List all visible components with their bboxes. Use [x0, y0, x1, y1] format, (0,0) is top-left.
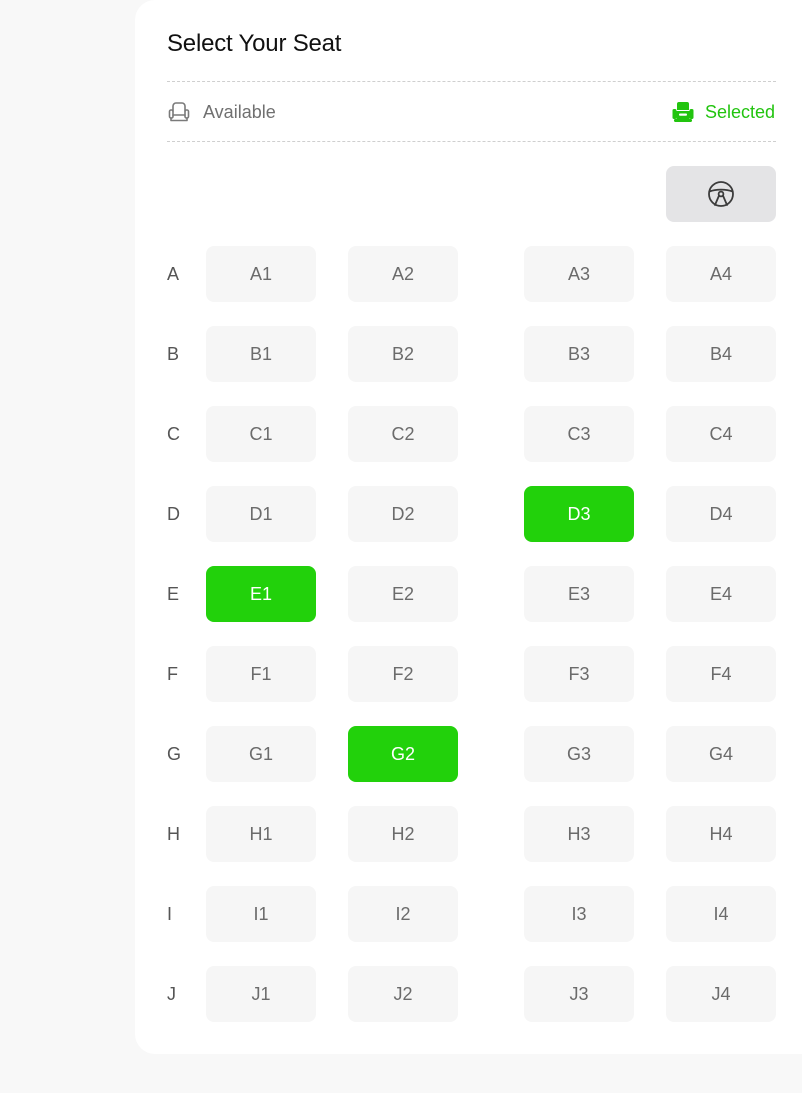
seat-h4[interactable]: H4 [666, 806, 776, 862]
seat-f2[interactable]: F2 [348, 646, 458, 702]
seat-row-e: E E1 E2 E3 E4 [135, 566, 802, 622]
seat-b1[interactable]: B1 [206, 326, 316, 382]
seat-c2[interactable]: C2 [348, 406, 458, 462]
seat-row-a: A A1 A2 A3 A4 [135, 246, 802, 302]
seat-b2[interactable]: B2 [348, 326, 458, 382]
seat-c4[interactable]: C4 [666, 406, 776, 462]
row-label: F [167, 664, 178, 684]
seat-row-c: C C1 C2 C3 C4 [135, 406, 802, 462]
driver-seat [666, 166, 776, 222]
seat-selection-card: Select Your Seat Available Selected A A1… [135, 0, 802, 1054]
seat-b3[interactable]: B3 [524, 326, 634, 382]
seat-row-b: B B1 B2 B3 B4 [135, 326, 802, 382]
seat-h2[interactable]: H2 [348, 806, 458, 862]
seat-a2[interactable]: A2 [348, 246, 458, 302]
seat-e2[interactable]: E2 [348, 566, 458, 622]
seat-f3[interactable]: F3 [524, 646, 634, 702]
row-label: I [167, 904, 173, 924]
seat-h1[interactable]: H1 [206, 806, 316, 862]
seat-j4[interactable]: J4 [666, 966, 776, 1022]
legend-selected: Selected [671, 97, 775, 127]
seat-i1[interactable]: I1 [206, 886, 316, 942]
seat-f1[interactable]: F1 [206, 646, 316, 702]
seat-a4[interactable]: A4 [666, 246, 776, 302]
seat-row-d: D D1 D2 D3 D4 [135, 486, 802, 542]
page-title: Select Your Seat [167, 30, 342, 57]
seat-j2[interactable]: J2 [348, 966, 458, 1022]
seat-i2[interactable]: I2 [348, 886, 458, 942]
seat-g4[interactable]: G4 [666, 726, 776, 782]
row-label: E [167, 584, 180, 604]
seat-b4[interactable]: B4 [666, 326, 776, 382]
legend-available-label: Available [203, 101, 276, 122]
divider-bottom [167, 141, 776, 142]
seat-row-g: G G1 G2 G3 G4 [135, 726, 802, 782]
row-label: H [167, 824, 180, 844]
legend-available: Available [167, 97, 276, 127]
seat-e3[interactable]: E3 [524, 566, 634, 622]
seat-g1[interactable]: G1 [206, 726, 316, 782]
seat-f4[interactable]: F4 [666, 646, 776, 702]
seat-g2-selected[interactable]: G2 [348, 726, 458, 782]
seat-row-f: F F1 F2 F3 F4 [135, 646, 802, 702]
seat-j3[interactable]: J3 [524, 966, 634, 1022]
seat-c1[interactable]: C1 [206, 406, 316, 462]
legend-selected-label: Selected [704, 101, 775, 122]
seat-a1[interactable]: A1 [206, 246, 316, 302]
seat-row-j: J J1 J2 J3 J4 [135, 966, 802, 1022]
seat-i4[interactable]: I4 [666, 886, 776, 942]
seat-d2[interactable]: D2 [348, 486, 458, 542]
seat-a3[interactable]: A3 [524, 246, 634, 302]
row-label: G [167, 744, 182, 764]
seat-h3[interactable]: H3 [524, 806, 634, 862]
row-label: D [167, 504, 180, 524]
row-label: J [167, 984, 176, 1004]
seat-j1[interactable]: J1 [206, 966, 316, 1022]
seat-filled-icon [671, 100, 695, 124]
divider-top [167, 81, 776, 82]
seat-d3-selected[interactable]: D3 [524, 486, 634, 542]
seat-d1[interactable]: D1 [206, 486, 316, 542]
seat-outline-icon [167, 100, 191, 124]
row-label: A [167, 264, 180, 284]
seat-row-i: I I1 I2 I3 I4 [135, 886, 802, 942]
seat-c3[interactable]: C3 [524, 406, 634, 462]
seat-i3[interactable]: I3 [524, 886, 634, 942]
seat-g3[interactable]: G3 [524, 726, 634, 782]
row-label: B [167, 344, 180, 364]
steering-wheel-icon [707, 180, 735, 208]
row-label: C [167, 424, 180, 444]
seat-e4[interactable]: E4 [666, 566, 776, 622]
seat-row-h: H H1 H2 H3 H4 [135, 806, 802, 862]
seat-e1-selected[interactable]: E1 [206, 566, 316, 622]
seat-d4[interactable]: D4 [666, 486, 776, 542]
